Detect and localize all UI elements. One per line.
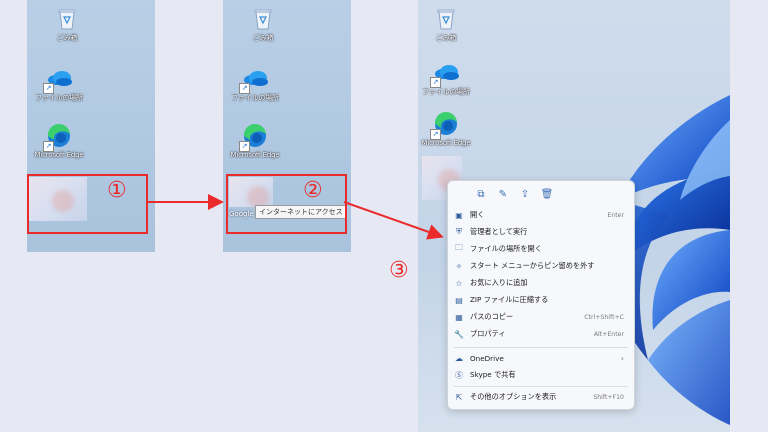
menu-item-label: お気に入りに追加	[470, 278, 528, 287]
star-icon: ☆	[455, 278, 463, 288]
shortcut-arrow-icon: ↗	[430, 129, 441, 140]
path-icon: ▦	[455, 312, 463, 322]
step-marker-2: ②	[303, 178, 323, 203]
unpin-icon: ✧	[455, 261, 463, 271]
share-icon[interactable]: ⇪	[516, 185, 534, 203]
menu-item-onedrive[interactable]: ☁ OneDrive ›	[448, 350, 634, 366]
onedrive-cloud-icon: ↗	[239, 64, 269, 94]
highlight-box-2	[226, 174, 347, 234]
step-marker-3: ③	[389, 258, 409, 283]
edge-label: Microsoft Edge	[34, 151, 84, 159]
edge-icon: ↗	[430, 110, 460, 140]
delete-icon[interactable]: 🗑	[538, 185, 556, 203]
folder-icon: 🗀	[455, 243, 463, 252]
menu-item-label: 管理者として実行	[470, 227, 528, 236]
recycle-bin-label: ごみ箱	[252, 34, 274, 42]
recycle-bin-icon	[249, 4, 277, 32]
edge-shortcut[interactable]: ↗ Microsoft Edge	[29, 122, 89, 159]
context-menu: ⧉ ✎ ⇪ 🗑 ▣ 開く Enter ⛨ 管理者として実行 🗀 ファイルの場所を…	[447, 180, 635, 410]
menu-item-label: その他のオプションを表示	[470, 392, 557, 401]
file-location-shortcut[interactable]: ↗ ファイルの場所	[418, 58, 476, 97]
onedrive-cloud-icon: ↗	[430, 58, 460, 88]
onedrive-icon: ☁	[455, 353, 463, 363]
shortcut-arrow-icon: ↗	[43, 141, 54, 152]
menu-item-shortcut: Ctrl+Shift+C	[584, 313, 624, 321]
context-menu-toolbar: ⧉ ✎ ⇪ 🗑	[448, 181, 634, 207]
menu-item-add-favorites[interactable]: ☆ お気に入りに追加	[448, 275, 634, 291]
menu-item-run-as-admin[interactable]: ⛨ 管理者として実行	[448, 224, 634, 240]
menu-divider	[454, 386, 628, 387]
menu-item-label: スタート メニューからピン留めを外す	[470, 261, 595, 270]
onedrive-cloud-icon: ↗	[43, 64, 73, 94]
recycle-bin-label: ごみ箱	[56, 34, 78, 42]
menu-item-open[interactable]: ▣ 開く Enter	[448, 207, 634, 223]
menu-item-shortcut: Alt+Enter	[593, 330, 624, 338]
copy-icon[interactable]: ⧉	[472, 185, 490, 203]
file-location-label: ファイルの場所	[422, 88, 470, 96]
menu-item-label: ファイルの場所を開く	[470, 244, 542, 253]
admin-icon: ⛨	[456, 227, 462, 236]
shortcut-arrow-icon: ↗	[43, 83, 54, 94]
menu-item-label: 開く	[470, 210, 485, 219]
file-location-label: ファイルの場所	[35, 94, 83, 102]
menu-item-label: OneDrive	[470, 353, 504, 363]
menu-item-copy-path[interactable]: ▦ パスのコピー Ctrl+Shift+C	[448, 309, 634, 325]
file-location-label: ファイルの場所	[231, 94, 279, 102]
edge-label: Microsoft Edge	[421, 139, 471, 147]
menu-item-label: プロパティ	[470, 329, 506, 338]
recycle-bin-shortcut[interactable]: ごみ箱	[39, 4, 95, 43]
chevron-right-icon: ›	[620, 353, 624, 363]
menu-item-open-file-location[interactable]: 🗀 ファイルの場所を開く	[448, 241, 634, 257]
edge-icon: ↗	[43, 122, 73, 152]
rename-icon[interactable]: ✎	[494, 185, 512, 203]
step-marker-1: ①	[107, 178, 127, 203]
edge-shortcut[interactable]: ↗ Microsoft Edge	[418, 110, 476, 147]
recycle-bin-label: ごみ箱	[435, 34, 457, 42]
shortcut-arrow-icon: ↗	[239, 141, 250, 152]
menu-item-properties[interactable]: 🔧 プロパティ Alt+Enter	[448, 326, 634, 342]
recycle-bin-icon	[432, 4, 460, 32]
menu-item-shortcut: Shift+F10	[593, 393, 624, 401]
recycle-bin-shortcut[interactable]: ごみ箱	[235, 4, 291, 43]
menu-divider	[454, 347, 628, 348]
file-location-shortcut[interactable]: ↗ ファイルの場所	[29, 64, 89, 103]
open-icon: ▣	[455, 210, 463, 220]
menu-item-shortcut: Enter	[607, 211, 624, 219]
skype-icon: Ⓢ	[455, 370, 463, 380]
shortcut-arrow-icon: ↗	[430, 77, 441, 88]
highlight-box-1	[27, 174, 148, 234]
edge-label: Microsoft Edge	[230, 151, 280, 159]
menu-item-label: Skype で共有	[470, 370, 516, 379]
zip-icon: ▤	[455, 295, 463, 305]
menu-item-skype-share[interactable]: Ⓢ Skype で共有	[448, 367, 634, 383]
menu-item-more-options[interactable]: ⇱ その他のオプションを表示 Shift+F10	[448, 389, 634, 405]
edge-shortcut[interactable]: ↗ Microsoft Edge	[225, 122, 285, 159]
menu-item-compress-zip[interactable]: ▤ ZIP ファイルに圧縮する	[448, 292, 634, 308]
more-options-icon: ⇱	[455, 392, 463, 402]
recycle-bin-shortcut[interactable]: ごみ箱	[418, 4, 474, 43]
shortcut-arrow-icon: ↗	[239, 83, 250, 94]
recycle-bin-icon	[53, 4, 81, 32]
wrench-icon: 🔧	[454, 329, 464, 339]
menu-item-label: パスのコピー	[470, 312, 514, 321]
file-location-shortcut[interactable]: ↗ ファイルの場所	[225, 64, 285, 103]
menu-item-unpin-start[interactable]: ✧ スタート メニューからピン留めを外す	[448, 258, 634, 274]
edge-icon: ↗	[239, 122, 269, 152]
menu-item-label: ZIP ファイルに圧縮する	[470, 295, 549, 304]
